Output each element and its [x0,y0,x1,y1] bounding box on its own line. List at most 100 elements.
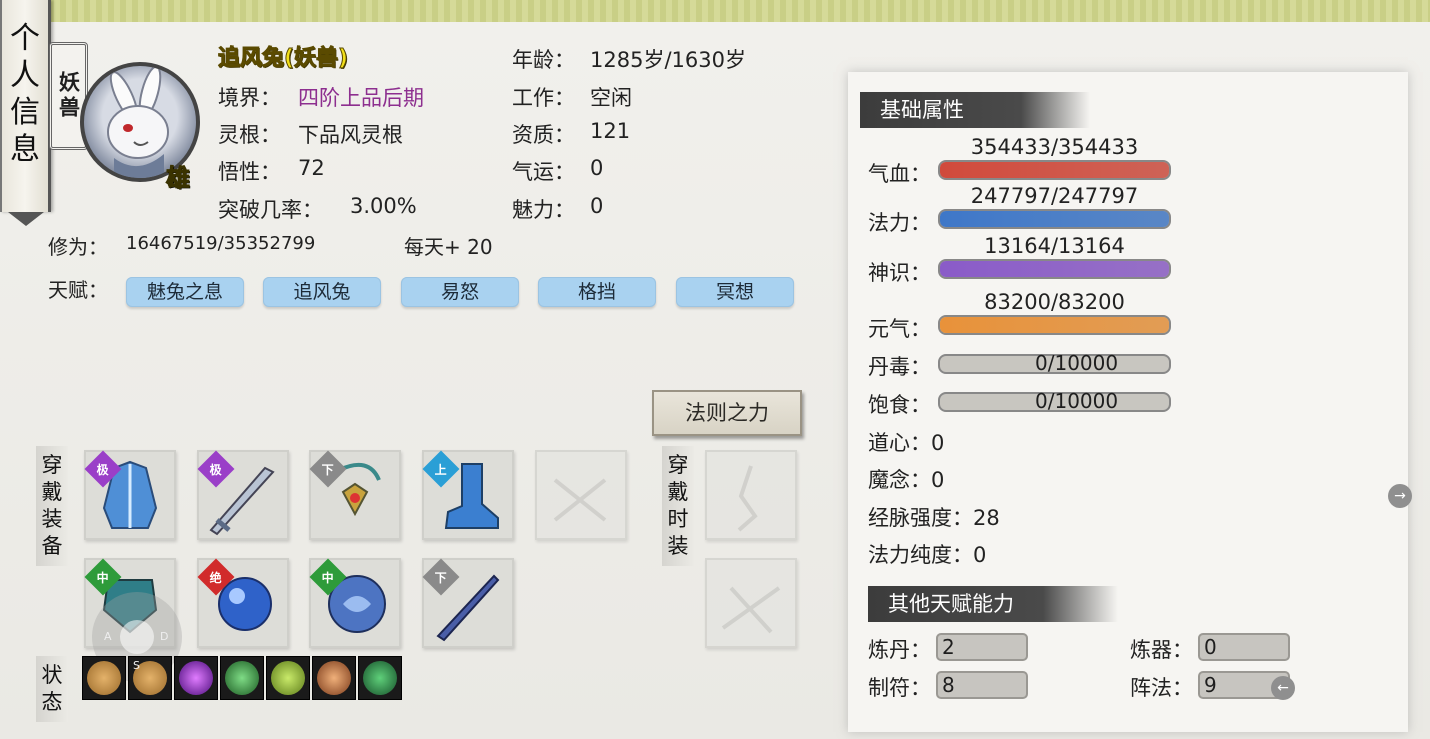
purple-vortex-icon[interactable] [174,656,218,700]
comprehension-label: 悟性： [218,160,281,184]
dao-heart: 道心：0 [868,431,945,455]
other-talents-title: 其他天赋能力 [868,586,1118,622]
hp-value: 354433/354433 [970,135,1139,159]
hp-label: 气血： [868,162,931,186]
age-value: 1285岁/1630岁 [590,48,746,72]
talent-chip[interactable]: 格挡 [538,277,656,307]
cultivation-value: 16467519/35352799 [126,233,316,254]
forging-field: 0 [1198,633,1290,661]
equip-slot-sword[interactable]: 极 [197,450,289,540]
aptitude-value: 121 [590,119,631,143]
charm-value: 0 [590,194,604,218]
fashion-figure-icon [737,465,758,532]
alchemy-field: 2 [936,633,1028,661]
green-orb-icon[interactable] [358,656,402,700]
grade-text: 绝 [209,570,223,585]
realm-label: 境界： [218,86,281,110]
grade-text: 极 [209,462,223,477]
age-label: 年龄： [512,48,575,72]
breakthrough-label: 突破几率： [218,198,323,222]
tab-title: 个人信息 [10,21,40,167]
sense-label: 神识： [868,261,931,285]
vitality-bar [938,315,1171,335]
breakthrough-value: 3.00% [350,194,417,218]
talent-chip[interactable]: 易怒 [401,277,519,307]
satiety-value: 0/10000 [1035,389,1119,413]
status-label: 状态 [36,656,68,722]
aptitude-label: 资质： [512,123,575,147]
fashion-label: 穿戴时装 [662,446,694,566]
joystick-key-bottom: S [133,659,140,672]
mp-bar [938,209,1171,229]
sense-value: 13164/13164 [984,234,1125,258]
cultivation-label: 修为： [48,235,108,259]
equip-slot-orb[interactable]: 绝 [197,558,289,648]
vitality-label: 元气： [868,317,931,341]
poison-label: 丹毒： [868,355,931,379]
grade-text: 下 [321,462,335,477]
vitality-value: 83200/83200 [984,290,1125,314]
green-orb-icon[interactable] [266,656,310,700]
base-attributes-title: 基础属性 [860,92,1090,128]
grade-text: 中 [321,570,335,585]
tab-personal-info[interactable]: 个人信息 [0,0,51,226]
earth-orb-icon[interactable] [82,656,126,700]
earth-orb-icon[interactable]: S [128,656,172,700]
mp-fill [940,211,1169,227]
equip-slot-robe[interactable]: 极 [84,450,176,540]
mp-value: 247797/247797 [970,184,1139,208]
mana-purity: 法力纯度：0 [868,543,987,567]
pill-icon[interactable] [312,656,356,700]
luck-label: 气运： [512,160,575,184]
status-effects: S [82,656,402,700]
demon-thought: 魔念：0 [868,468,945,492]
hp-fill [940,162,1169,178]
satiety-label: 饱食： [868,393,931,417]
grade-text: 下 [434,570,448,585]
vitality-fill [940,317,1169,333]
equip-slot-empty[interactable] [535,450,627,540]
equipment-label: 穿戴装备 [36,446,68,566]
law-power-button[interactable]: 法则之力 [652,390,802,436]
joystick-key-right: D [160,630,169,643]
sense-fill [940,261,1169,277]
realm-value: 四阶上品后期 [298,86,424,110]
luck-value: 0 [590,156,604,180]
gender-badge: 雄 [166,164,191,193]
hp-bar [938,160,1171,180]
back-button[interactable]: ← [1271,676,1295,700]
talent-chip[interactable]: 冥想 [676,277,794,307]
formation-label: 阵法： [1130,676,1193,700]
equip-slot-boots[interactable]: 上 [422,450,514,540]
equip-slot-amulet[interactable]: 下 [309,450,401,540]
meridian-strength: 经脉强度：28 [868,506,1000,530]
grade-text: 极 [96,462,110,477]
fashion-slot-2[interactable] [705,558,797,648]
job-label: 工作： [512,86,575,110]
equip-slot-shield[interactable]: 中 [309,558,401,648]
daily-gain: 每天+ 20 [404,235,493,259]
next-page-button[interactable]: → [1388,484,1412,508]
talent-chip[interactable]: 追风兔 [263,277,381,307]
ring-slot-icon [553,478,607,522]
joystick-knob[interactable] [120,620,154,654]
grade-text: 中 [96,570,110,585]
fashion-slot-1[interactable] [705,450,797,540]
equip-slot-dagger[interactable]: 下 [422,558,514,648]
race-tag-label: 妖兽 [56,71,82,121]
top-decor-band [0,0,1430,24]
poison-value: 0/10000 [1035,351,1119,375]
root-value: 下品风灵根 [298,123,403,147]
charm-label: 魅力： [512,198,575,222]
alchemy-label: 炼丹： [868,638,931,662]
talent-chip[interactable]: 魅兔之息 [126,277,244,307]
talisman-field: 8 [936,671,1028,699]
root-label: 灵根： [218,123,281,147]
joystick-key-left: A [104,630,112,643]
talents-label: 天赋： [48,278,108,302]
talisman-label: 制符： [868,676,931,700]
forging-label: 炼器： [1130,638,1193,662]
fashion-weapon-icon [721,586,781,634]
job-value: 空闲 [590,86,632,110]
wind-icon[interactable] [220,656,264,700]
